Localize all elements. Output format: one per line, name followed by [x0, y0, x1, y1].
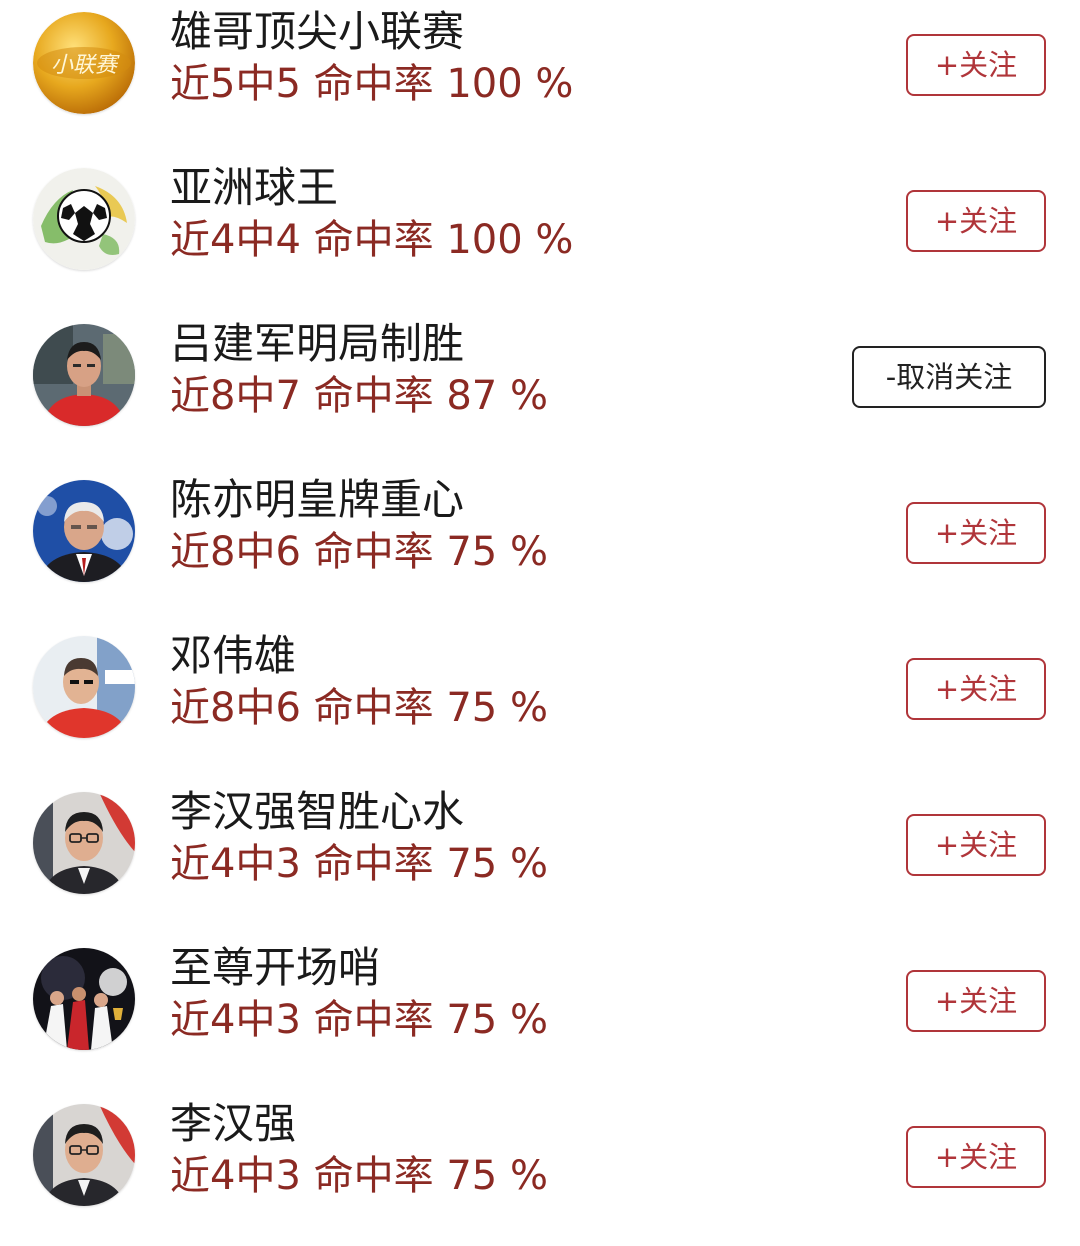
expert-name: 邓伟雄	[170, 631, 297, 680]
hit-rate-stat: 近8中7 命中率 87 %	[170, 373, 548, 419]
unfollow-button[interactable]: -取消关注	[852, 346, 1046, 408]
champions-team-avatar[interactable]	[33, 948, 135, 1050]
expert-row[interactable]: 小联赛 雄哥顶尖小联赛 近5中5 命中率 100 % +关注	[0, 0, 1080, 154]
expert-row[interactable]: 吕建军明局制胜 近8中7 命中率 87 % -取消关注	[0, 310, 1080, 466]
follow-button[interactable]: +关注	[906, 502, 1046, 564]
hit-rate-stat: 近4中3 命中率 75 %	[170, 841, 548, 887]
expert-row[interactable]: 至尊开场哨 近4中3 命中率 75 % +关注	[0, 934, 1080, 1090]
hit-rate-stat: 近8中6 命中率 75 %	[170, 685, 548, 731]
soccer-ball-avatar[interactable]	[33, 168, 135, 270]
expert-row[interactable]: 李汉强智胜心水 近4中3 命中率 75 % +关注	[0, 778, 1080, 934]
expert-name: 亚洲球王	[170, 163, 339, 212]
man-glasses-avatar[interactable]	[33, 792, 135, 894]
expert-name: 陈亦明皇牌重心	[170, 475, 465, 524]
expert-name: 至尊开场哨	[170, 943, 381, 992]
follow-button[interactable]: +关注	[906, 1126, 1046, 1188]
hit-rate-stat: 近4中3 命中率 75 %	[170, 1153, 548, 1199]
man-suit-blue-avatar[interactable]	[33, 480, 135, 582]
hit-rate-stat: 近4中4 命中率 100 %	[170, 217, 574, 263]
expert-list: 小联赛 雄哥顶尖小联赛 近5中5 命中率 100 % +关注 亚洲球王 近4中4…	[0, 0, 1080, 1222]
expert-name: 吕建军明局制胜	[170, 319, 465, 368]
man-red-jersey-avatar[interactable]	[33, 636, 135, 738]
expert-row[interactable]: 李汉强 近4中3 命中率 75 % +关注	[0, 1090, 1080, 1246]
expert-name: 雄哥顶尖小联赛	[170, 7, 465, 56]
man-glasses-avatar[interactable]	[33, 1104, 135, 1206]
svg-text:小联赛: 小联赛	[51, 53, 120, 78]
follow-button[interactable]: +关注	[906, 970, 1046, 1032]
expert-name: 李汉强	[170, 1099, 297, 1148]
expert-row[interactable]: 亚洲球王 近4中4 命中率 100 % +关注	[0, 154, 1080, 310]
gold-coin-logo-avatar[interactable]: 小联赛	[33, 12, 135, 114]
follow-button[interactable]: +关注	[906, 814, 1046, 876]
follow-button[interactable]: +关注	[906, 34, 1046, 96]
follow-button[interactable]: +关注	[906, 658, 1046, 720]
hit-rate-stat: 近5中5 命中率 100 %	[170, 61, 574, 107]
man-red-shirt-avatar[interactable]	[33, 324, 135, 426]
expert-name: 李汉强智胜心水	[170, 787, 465, 836]
follow-button[interactable]: +关注	[906, 190, 1046, 252]
hit-rate-stat: 近8中6 命中率 75 %	[170, 529, 548, 575]
expert-row[interactable]: 邓伟雄 近8中6 命中率 75 % +关注	[0, 622, 1080, 778]
expert-row[interactable]: 陈亦明皇牌重心 近8中6 命中率 75 % +关注	[0, 466, 1080, 622]
hit-rate-stat: 近4中3 命中率 75 %	[170, 997, 548, 1043]
